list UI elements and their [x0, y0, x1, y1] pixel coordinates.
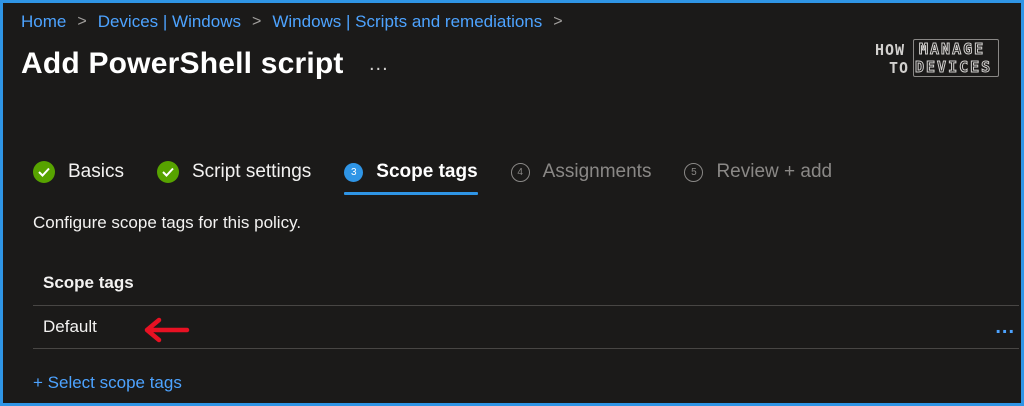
step-number-icon: 4: [510, 162, 530, 182]
howtomanagedevices-logo: HOW TO MANAGE DEVICES: [875, 39, 999, 79]
step-number-icon: 5: [684, 162, 704, 182]
check-icon: [156, 161, 179, 183]
tab-assignments[interactable]: 4 Assignments: [510, 159, 652, 185]
breadcrumb-separator: >: [553, 13, 563, 30]
scope-tags-description: Configure scope tags for this policy.: [33, 213, 302, 232]
logo-manage-text: MANAGE: [918, 40, 986, 59]
tab-label: Review + add: [716, 161, 833, 182]
breadcrumb-home[interactable]: Home: [21, 12, 66, 32]
step-number-icon: 3: [344, 162, 364, 182]
logo-devices-text: DEVICES: [914, 58, 993, 77]
annotation-arrow-icon: [144, 317, 190, 343]
tab-label: Basics: [68, 161, 124, 182]
page-more-button[interactable]: ...: [369, 53, 389, 76]
wizard-steps: Basics Script settings 3 Scope tags 4 As…: [33, 159, 865, 199]
tab-scope-tags[interactable]: 3 Scope tags: [344, 159, 479, 195]
portal-frame: Home > Devices | Windows > Windows | Scr…: [0, 0, 1024, 406]
breadcrumb-separator: >: [77, 13, 87, 30]
tab-label: Script settings: [191, 161, 312, 182]
breadcrumb-devices-windows[interactable]: Devices | Windows: [98, 12, 241, 32]
scope-tag-name: Default: [43, 317, 97, 336]
tab-label: Assignments: [542, 161, 652, 182]
select-scope-tags-link[interactable]: + Select scope tags: [33, 373, 182, 393]
tab-basics[interactable]: Basics: [33, 159, 124, 185]
breadcrumb: Home > Devices | Windows > Windows | Scr…: [21, 12, 574, 32]
tab-label: Scope tags: [376, 161, 478, 182]
logo-how-text: HOW: [875, 41, 906, 59]
page-title: Add PowerShell script: [21, 47, 344, 80]
table-header-scope-tags: Scope tags: [33, 261, 1019, 306]
check-icon: [33, 161, 55, 183]
breadcrumb-separator: >: [252, 13, 262, 30]
breadcrumb-scripts-remediations[interactable]: Windows | Scripts and remediations: [272, 12, 542, 32]
tab-review-add[interactable]: 5 Review + add: [684, 159, 832, 185]
logo-to-text: TO: [889, 59, 910, 77]
row-more-button[interactable]: ...: [995, 316, 1015, 339]
tab-script-settings[interactable]: Script settings: [156, 159, 312, 185]
